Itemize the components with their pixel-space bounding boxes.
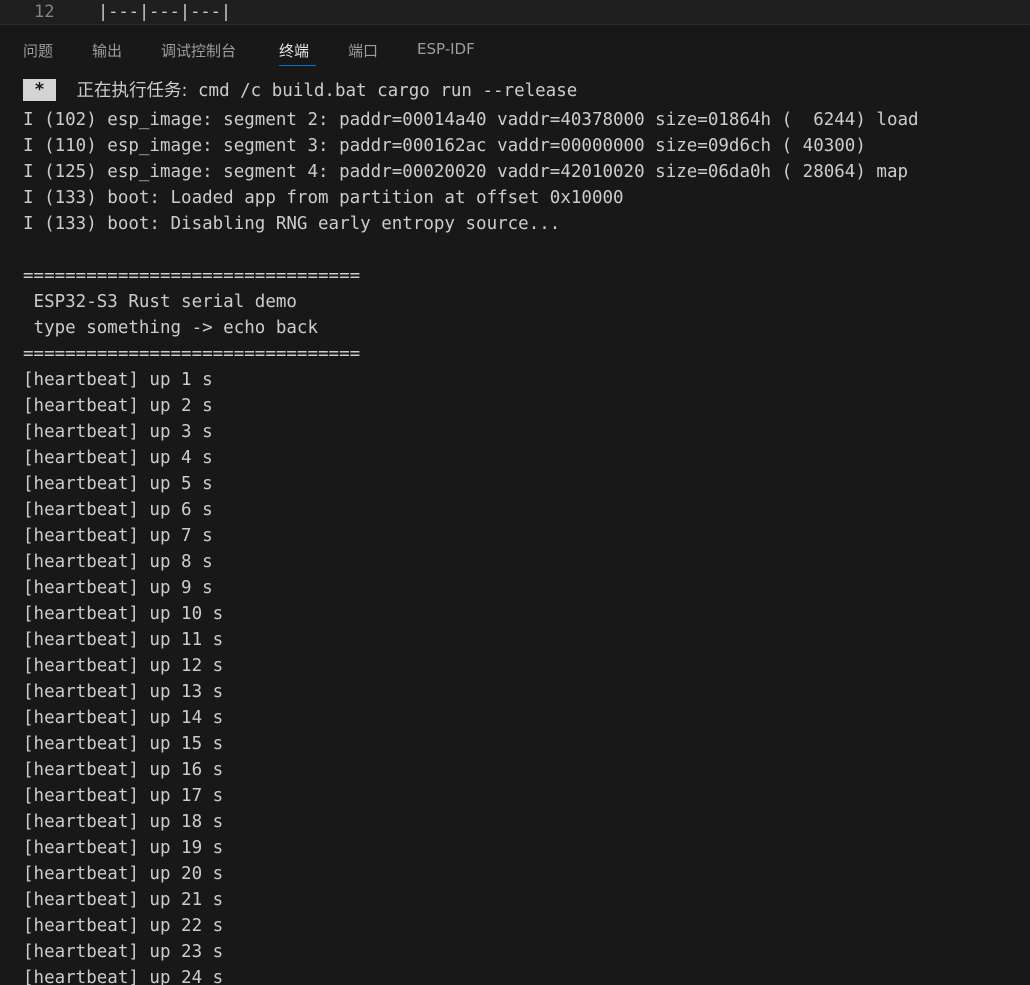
terminal-line: [heartbeat] up 9 s (23, 578, 213, 598)
editor-line-strip: 12 |---|---|---| (0, 0, 1030, 24)
terminal-line: [heartbeat] up 11 s (23, 630, 224, 650)
terminal-line: [heartbeat] up 6 s (23, 500, 213, 520)
terminal-output[interactable]: * 正在执行任务: cmd /c build.bat cargo run --r… (0, 73, 1030, 985)
terminal-line: [heartbeat] up 2 s (23, 396, 213, 416)
terminal-line: [heartbeat] up 3 s (23, 422, 213, 442)
terminal-line: [heartbeat] up 8 s (23, 552, 213, 572)
tab-terminal[interactable]: 终端 (279, 40, 309, 61)
terminal-line: I (133) boot: Disabling RNG early entrop… (23, 214, 561, 234)
task-command: cmd /c build.bat cargo run --release (198, 81, 578, 101)
terminal-line: [heartbeat] up 18 s (23, 812, 224, 832)
task-description: 正在执行任务: cmd /c build.bat cargo run --rel… (77, 77, 578, 102)
task-line: * 正在执行任务: cmd /c build.bat cargo run --r… (23, 77, 577, 105)
terminal-line: [heartbeat] up 4 s (23, 448, 213, 468)
terminal-line: [heartbeat] up 12 s (23, 656, 224, 676)
terminal-line: [heartbeat] up 15 s (23, 734, 224, 754)
terminal-line: [heartbeat] up 7 s (23, 526, 213, 546)
tab-esp-idf[interactable]: ESP-IDF (417, 40, 475, 58)
tab-debug-console[interactable]: 调试控制台 (161, 40, 236, 61)
terminal-line: I (110) esp_image: segment 3: paddr=0001… (23, 136, 866, 156)
tab-problems[interactable]: 问题 (23, 40, 53, 61)
terminal-line: I (125) esp_image: segment 4: paddr=0002… (23, 162, 909, 182)
terminal-line: [heartbeat] up 24 s (23, 968, 224, 985)
terminal-line: [heartbeat] up 22 s (23, 916, 224, 936)
terminal-line: [heartbeat] up 14 s (23, 708, 224, 728)
panel-tabs: 问题 输出 调试控制台 终端 端口 ESP-IDF (0, 25, 1030, 73)
task-badge: * (23, 78, 56, 101)
terminal-line: ESP32-S3 Rust serial demo (23, 292, 297, 312)
terminal-line: [heartbeat] up 23 s (23, 942, 224, 962)
terminal-line: [heartbeat] up 20 s (23, 864, 224, 884)
terminal-line: I (102) esp_image: segment 2: paddr=0001… (23, 110, 919, 130)
active-tab-indicator (279, 65, 316, 66)
terminal-line: ================================ (23, 266, 361, 286)
terminal-line: I (133) boot: Loaded app from partition … (23, 188, 624, 208)
terminal-line: [heartbeat] up 17 s (23, 786, 224, 806)
task-prefix: 正在执行任务: (76, 81, 188, 101)
tab-ports[interactable]: 端口 (348, 40, 378, 61)
terminal-line: type something -> echo back (23, 318, 319, 338)
terminal-line: [heartbeat] up 10 s (23, 604, 224, 624)
terminal-line: [heartbeat] up 1 s (23, 370, 213, 390)
editor-line-text[interactable]: |---|---|---| (98, 2, 231, 22)
tab-output[interactable]: 输出 (92, 40, 122, 61)
vscode-panel-window: 12 |---|---|---| 问题 输出 调试控制台 终端 端口 ESP-I… (0, 0, 1030, 985)
terminal-line: [heartbeat] up 19 s (23, 838, 224, 858)
line-number: 12 (34, 2, 55, 22)
terminal-line: [heartbeat] up 5 s (23, 474, 213, 494)
terminal-line: [heartbeat] up 21 s (23, 890, 224, 910)
terminal-line: ================================ (23, 344, 361, 364)
terminal-line: [heartbeat] up 13 s (23, 682, 224, 702)
terminal-line: [heartbeat] up 16 s (23, 760, 224, 780)
